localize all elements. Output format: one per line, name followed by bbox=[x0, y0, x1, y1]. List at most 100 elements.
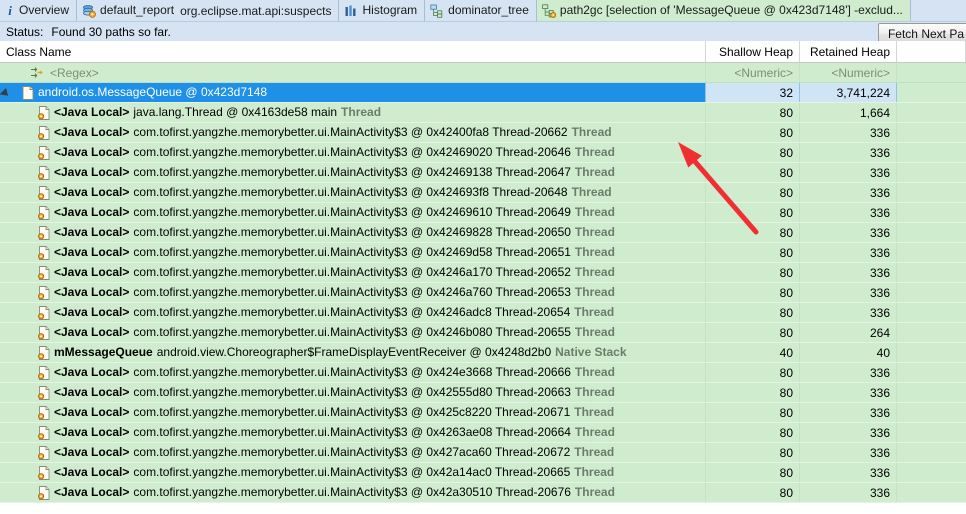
document-local-icon bbox=[38, 445, 50, 460]
table-row[interactable]: <Java Local> com.tofirst.yangzhe.memorybe… bbox=[0, 323, 966, 343]
row-object-text: java.lang.Thread @ 0x4163de58 main bbox=[133, 105, 338, 119]
table-row[interactable]: <Java Local> com.tofirst.yangzhe.memorybe… bbox=[0, 423, 966, 443]
cell-retained-heap: 336 bbox=[800, 263, 897, 282]
document-local-icon bbox=[38, 345, 50, 360]
document-local-icon bbox=[38, 425, 50, 440]
tab-path2gc[interactable]: path2gc [selection of 'MessageQueue @ 0x… bbox=[536, 0, 911, 21]
tab-default-report-label: default_report bbox=[100, 3, 175, 17]
row-gc-root-label: Thread bbox=[571, 125, 612, 139]
row-field-prefix: <Java Local> bbox=[54, 485, 130, 499]
class-name-content: <Java Local> com.tofirst.yangzhe.memorybe… bbox=[38, 483, 615, 502]
cell-retained-heap: 336 bbox=[800, 163, 897, 182]
cell-shallow-heap: 80 bbox=[706, 263, 800, 282]
tab-histogram-label: Histogram bbox=[362, 3, 418, 17]
table-row[interactable]: <Java Local> com.tofirst.yangzhe.memorybe… bbox=[0, 283, 966, 303]
table-row[interactable]: <Java Local> com.tofirst.yangzhe.memorybe… bbox=[0, 183, 966, 203]
table-row[interactable]: <Java Local> com.tofirst.yangzhe.memorybe… bbox=[0, 243, 966, 263]
cell-shallow-heap: 80 bbox=[706, 103, 800, 122]
tree-icon bbox=[542, 3, 557, 18]
row-gc-root-label: Thread bbox=[574, 385, 615, 399]
row-object-text: android.os.MessageQueue @ 0x423d7148 bbox=[38, 85, 268, 99]
column-header-retained-heap[interactable]: Retained Heap bbox=[800, 41, 897, 62]
row-field-prefix: mMessageQueue bbox=[54, 345, 153, 359]
cell-retained-heap: 336 bbox=[800, 383, 897, 402]
table-row[interactable]: <Java Local> com.tofirst.yangzhe.memorybe… bbox=[0, 143, 966, 163]
row-field-prefix: <Java Local> bbox=[54, 445, 130, 459]
tab-overview[interactable]: i Overview bbox=[0, 0, 78, 21]
table-row[interactable]: <Java Local> com.tofirst.yangzhe.memorybe… bbox=[0, 263, 966, 283]
table-row[interactable]: <Java Local> java.lang.Thread @ 0x4163de5… bbox=[0, 103, 966, 123]
table-header-row: Class Name Shallow Heap Retained Heap bbox=[0, 41, 966, 63]
cell-retained-heap: 336 bbox=[800, 443, 897, 462]
cell-retained-heap: 336 bbox=[800, 283, 897, 302]
row-object-text: com.tofirst.yangzhe.memorybetter.ui.Main… bbox=[133, 225, 571, 239]
row-gc-root-label: Thread bbox=[574, 205, 615, 219]
cell-shallow-heap: 80 bbox=[706, 403, 800, 422]
tab-dominator-tree-label: dominator_tree bbox=[448, 3, 529, 17]
row-field-prefix: <Java Local> bbox=[54, 465, 130, 479]
cell-retained-heap: 336 bbox=[800, 123, 897, 142]
filter-spacer bbox=[897, 63, 966, 82]
cell-spacer bbox=[897, 383, 966, 402]
row-object-text: com.tofirst.yangzhe.memorybetter.ui.Main… bbox=[133, 125, 568, 139]
paths-table: Class Name Shallow Heap Retained Heap <R… bbox=[0, 41, 966, 503]
cell-shallow-heap: 80 bbox=[706, 443, 800, 462]
cell-shallow-heap: 80 bbox=[706, 243, 800, 262]
row-field-prefix: <Java Local> bbox=[54, 385, 130, 399]
class-name-content: <Java Local> com.tofirst.yangzhe.memorybe… bbox=[38, 243, 615, 262]
class-name-content: <Java Local> com.tofirst.yangzhe.memorybe… bbox=[38, 443, 614, 462]
cell-retained-heap: 40 bbox=[800, 343, 897, 362]
cell-spacer bbox=[897, 223, 966, 242]
histogram-icon bbox=[344, 4, 358, 18]
table-row[interactable]: <Java Local> com.tofirst.yangzhe.memorybe… bbox=[0, 383, 966, 403]
cell-retained-heap: 336 bbox=[800, 183, 897, 202]
row-object-text: android.view.Choreographer$FrameDisplayE… bbox=[156, 345, 552, 359]
cell-retained-heap: 1,664 bbox=[800, 103, 897, 122]
cell-shallow-heap: 80 bbox=[706, 143, 800, 162]
document-local-icon bbox=[38, 465, 50, 480]
document-local-icon bbox=[38, 125, 50, 140]
cell-spacer bbox=[897, 203, 966, 222]
table-row[interactable]: mMessageQueue android.view.Choreographer$… bbox=[0, 343, 966, 363]
cell-spacer bbox=[897, 183, 966, 202]
table-filter-row[interactable]: <Regex> <Numeric> <Numeric> bbox=[0, 63, 966, 83]
column-header-class-name[interactable]: Class Name bbox=[0, 41, 706, 62]
row-field-prefix: <Java Local> bbox=[54, 405, 130, 419]
filter-class-name-input[interactable]: <Regex> bbox=[0, 63, 706, 82]
tab-histogram[interactable]: Histogram bbox=[339, 0, 426, 21]
cell-class-name: <Java Local> java.lang.Thread @ 0x4163de5… bbox=[0, 103, 706, 122]
status-label: Status: bbox=[6, 24, 44, 39]
table-row[interactable]: <Java Local> com.tofirst.yangzhe.memorybe… bbox=[0, 223, 966, 243]
row-gc-root-label: Thread bbox=[574, 465, 615, 479]
tab-default-report[interactable]: default_report org.eclipse.mat.api:suspe… bbox=[77, 0, 340, 21]
table-row[interactable]: <Java Local> com.tofirst.yangzhe.memorybe… bbox=[0, 163, 966, 183]
table-row[interactable]: android.os.MessageQueue @ 0x423d7148 32 3,… bbox=[0, 83, 966, 103]
table-row[interactable]: <Java Local> com.tofirst.yangzhe.memorybe… bbox=[0, 303, 966, 323]
cell-shallow-heap: 80 bbox=[706, 363, 800, 382]
row-gc-root-label: Thread bbox=[574, 245, 615, 259]
cell-shallow-heap: 80 bbox=[706, 483, 800, 502]
row-field-prefix: <Java Local> bbox=[54, 425, 130, 439]
document-local-icon bbox=[38, 145, 50, 160]
table-row[interactable]: <Java Local> com.tofirst.yangzhe.memorybe… bbox=[0, 443, 966, 463]
cell-retained-heap: 336 bbox=[800, 203, 897, 222]
expand-collapse-arrow-icon[interactable] bbox=[6, 88, 15, 97]
cell-shallow-heap: 80 bbox=[706, 283, 800, 302]
document-local-icon bbox=[38, 385, 50, 400]
class-name-content: android.os.MessageQueue @ 0x423d7148 bbox=[22, 83, 267, 102]
row-gc-root-label: Thread bbox=[574, 365, 615, 379]
document-local-icon bbox=[38, 205, 50, 220]
table-row[interactable]: <Java Local> com.tofirst.yangzhe.memorybe… bbox=[0, 123, 966, 143]
report-icon bbox=[82, 4, 96, 18]
table-row[interactable]: <Java Local> com.tofirst.yangzhe.memorybe… bbox=[0, 363, 966, 383]
column-header-shallow-heap[interactable]: Shallow Heap bbox=[706, 41, 800, 62]
tab-dominator-tree[interactable]: dominator_tree bbox=[425, 0, 537, 21]
table-row[interactable]: <Java Local> com.tofirst.yangzhe.memorybe… bbox=[0, 483, 966, 503]
table-row[interactable]: <Java Local> com.tofirst.yangzhe.memorybe… bbox=[0, 463, 966, 483]
status-text: Found 30 paths so far. bbox=[51, 24, 171, 39]
table-row[interactable]: <Java Local> com.tofirst.yangzhe.memorybe… bbox=[0, 403, 966, 423]
row-field-prefix: <Java Local> bbox=[54, 245, 130, 259]
table-row[interactable]: <Java Local> com.tofirst.yangzhe.memorybe… bbox=[0, 203, 966, 223]
cell-class-name: <Java Local> com.tofirst.yangzhe.memorybe… bbox=[0, 283, 706, 302]
cell-shallow-heap: 80 bbox=[706, 223, 800, 242]
